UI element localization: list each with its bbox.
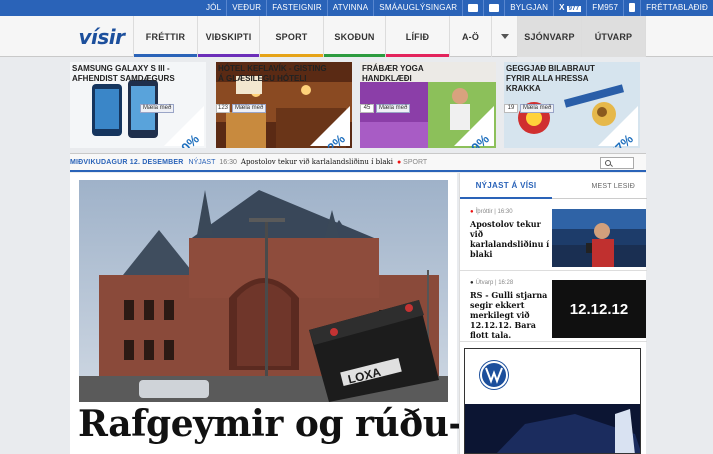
promo-title: FRÁBÆR YOGA HANDKLÆÐI: [362, 64, 424, 83]
nav-sport[interactable]: SPORT: [260, 16, 324, 57]
promo-title: GEGGJAÐ BILABRAUT FYRIR ALLA HRESSA KRAK…: [506, 64, 595, 93]
promo-title: SAMSUNG GALAXY S III - AFHENDIST SAMDÆGU…: [72, 64, 175, 83]
link-frettabladid[interactable]: FRÉTTABLAÐIÐ: [640, 0, 713, 16]
search-input[interactable]: [600, 157, 634, 169]
nav-sjonvarp[interactable]: SJÓNVARP: [518, 16, 582, 57]
nav-vidskipti[interactable]: VIÐSKIPTI: [198, 16, 260, 57]
list-item[interactable]: ● Útvarp | 16:28 RS - Gulli stjarna segir…: [460, 272, 647, 342]
promo-card[interactable]: FRÁBÆR YOGA HANDKLÆÐI 45 Mæla með 49%: [360, 62, 496, 148]
news-meta: ● Íþróttir | 16:30: [470, 209, 513, 215]
sidebar-tabs: NÝJAST Á VÍSI MEST LESIÐ: [460, 173, 647, 199]
mobile-icon[interactable]: [623, 0, 640, 16]
ticker-headline[interactable]: Apostolov tekur við karlalandsliðinu í b…: [241, 158, 393, 166]
like-button[interactable]: Mæla með: [376, 104, 411, 113]
main-article: LOXA Rafgeymir og rúðu-: [70, 173, 463, 454]
link-x977[interactable]: X 977: [553, 0, 586, 17]
nav-dropdown[interactable]: [492, 16, 518, 57]
nav-skodun[interactable]: SKOÐUN: [324, 16, 386, 57]
discount-badge: 62%: [310, 106, 350, 148]
nav-lifid[interactable]: LÍFIÐ: [386, 16, 450, 57]
utility-links: JÓL VEÐUR FASTEIGNIR ATVINNA SMÁAUGLÝSIN…: [201, 0, 713, 17]
news-title: RS - Gulli stjarna segir ekkert merkileg…: [470, 290, 548, 340]
tab-nyjast[interactable]: NÝJAST Á VÍSI: [460, 173, 552, 199]
nav-frettir[interactable]: FRÉTTIR: [134, 16, 198, 57]
current-date: MIÐVIKUDAGUR 12. DESEMBER: [70, 158, 184, 166]
promo-card[interactable]: GEGGJAÐ BILABRAUT FYRIR ALLA HRESSA KRAK…: [504, 62, 640, 148]
ad-image: [465, 404, 640, 453]
link-jol[interactable]: JÓL: [201, 0, 226, 16]
station-photo: LOXA: [79, 180, 448, 402]
like-button[interactable]: Mæla með: [232, 104, 267, 113]
discount-badge: 49%: [454, 106, 494, 148]
vw-advertisement[interactable]: [464, 348, 641, 454]
chevron-down-icon: [500, 34, 509, 39]
visir-logo[interactable]: vísir: [70, 16, 134, 57]
link-fm957[interactable]: FM957: [586, 0, 623, 16]
promo-card[interactable]: SAMSUNG GALAXY S III - AFHENDIST SAMDÆGU…: [70, 62, 206, 148]
like-button[interactable]: Mæla með: [520, 104, 555, 113]
ticker-time: 16:30: [219, 158, 237, 166]
discount-badge: 10%: [164, 106, 204, 148]
news-thumbnail: 12.12.12: [552, 280, 646, 338]
like-count: 123: [216, 104, 230, 113]
news-ticker: MIÐVIKUDAGUR 12. DESEMBER NÝJAST 16:30 A…: [70, 153, 646, 172]
news-thumbnail: [552, 209, 646, 267]
ticker-category: ● SPORT: [396, 158, 428, 166]
channel-2-icon[interactable]: [483, 0, 504, 16]
mail-icon[interactable]: [462, 0, 483, 16]
link-vedur[interactable]: VEÐUR: [226, 0, 266, 16]
promo-card[interactable]: HÓTEL KEFLAVÍK - GISTING Á GLÆSILEGU HÓT…: [216, 62, 352, 148]
nav-utvarp[interactable]: ÚTVARP: [582, 16, 646, 57]
top-utility-bar: JÓL VEÐUR FASTEIGNIR ATVINNA SMÁAUGLÝSIN…: [0, 0, 713, 17]
article-headline[interactable]: Rafgeymir og rúðu-: [78, 403, 463, 445]
news-title: Apostolov tekur við karlalandsliðinu í b…: [470, 219, 550, 259]
list-item[interactable]: ● Íþróttir | 16:30 Apostolov tekur við ka…: [460, 201, 647, 271]
sidebar: NÝJAST Á VÍSI MEST LESIÐ ● Íþróttir | 16:…: [459, 173, 647, 454]
link-fasteignir[interactable]: FASTEIGNIR: [266, 0, 327, 16]
link-smaauglysingar[interactable]: SMÁAUGLÝSINGAR: [373, 0, 462, 16]
like-count: 45: [360, 104, 374, 113]
promo-strip: SAMSUNG GALAXY S III - AFHENDIST SAMDÆGU…: [70, 62, 646, 148]
discount-badge: 57%: [598, 106, 638, 148]
link-bylgjan[interactable]: BYLGJAN: [504, 0, 553, 16]
nav-a-o[interactable]: A-Ö: [450, 16, 492, 57]
news-meta: ● Útvarp | 16:28: [470, 280, 514, 286]
main-nav: vísir FRÉTTIR VIÐSKIPTI SPORT SKOÐUN LÍF…: [0, 16, 713, 57]
link-atvinna[interactable]: ATVINNA: [326, 0, 373, 16]
promo-title: HÓTEL KEFLAVÍK - GISTING Á GLÆSILEGU HÓT…: [218, 64, 327, 83]
like-count: 19: [504, 104, 518, 113]
article-photo[interactable]: LOXA: [79, 180, 448, 402]
ticker-label: NÝJAST: [188, 158, 216, 166]
tab-mest-lesid[interactable]: MEST LESIÐ: [552, 173, 647, 199]
vw-logo: [480, 361, 508, 389]
